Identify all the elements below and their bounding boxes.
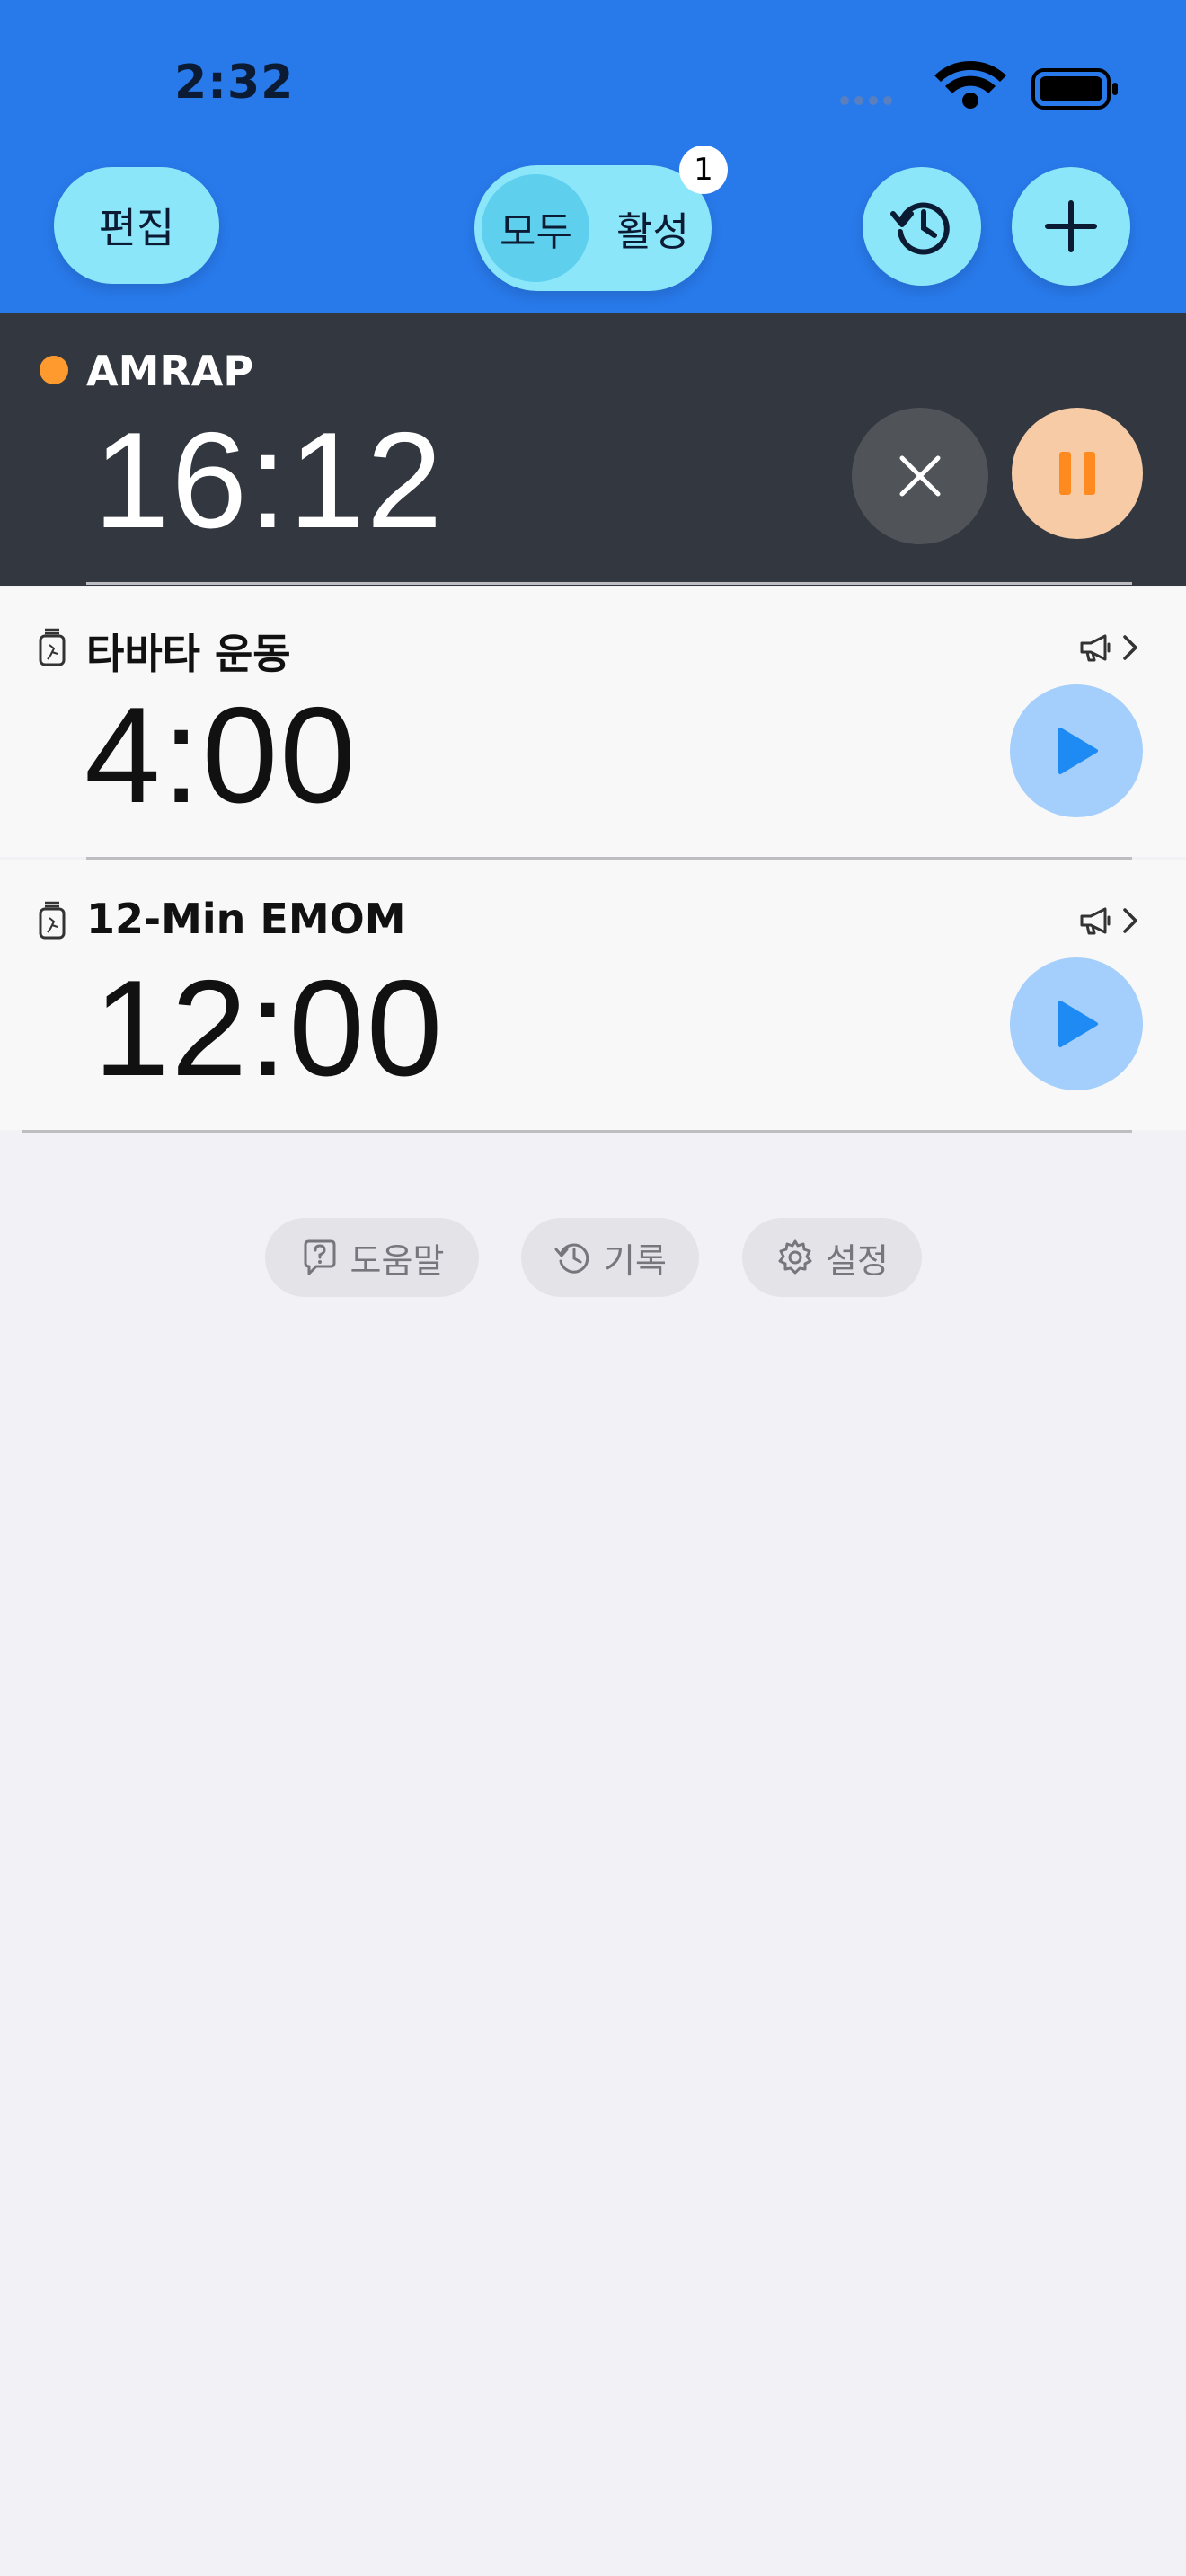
records-label: 기록: [604, 1240, 667, 1281]
signal-icon: [840, 96, 892, 105]
row-divider: [22, 1130, 1132, 1133]
pause-icon: [1059, 452, 1095, 495]
timer-name: 12-Min EMOM: [86, 895, 406, 943]
help-button[interactable]: 도움말: [265, 1218, 479, 1297]
filter-segmented-control: 모두 활성: [474, 165, 712, 291]
settings-button[interactable]: 설정: [742, 1218, 922, 1297]
timer-name: 타바타 운동: [86, 630, 291, 678]
help-label: 도움말: [350, 1240, 445, 1281]
timer-preset-icon: [39, 901, 66, 940]
battery-icon: [1031, 68, 1118, 110]
history-icon: [554, 1243, 589, 1274]
chevron-right-icon[interactable]: [1121, 634, 1139, 661]
help-icon: [304, 1239, 336, 1275]
close-icon: [899, 455, 941, 497]
pause-button[interactable]: [1012, 408, 1143, 539]
settings-label: 설정: [826, 1240, 889, 1281]
timer-value: 12:00: [93, 952, 445, 1105]
plus-icon: [1045, 200, 1097, 252]
segment-active[interactable]: 활성: [616, 199, 689, 257]
wifi-icon: [934, 61, 1006, 109]
play-button[interactable]: [1010, 957, 1143, 1090]
timer-value: 4:00: [84, 679, 358, 832]
megaphone-icon: [1080, 634, 1111, 662]
play-icon: [1058, 728, 1098, 774]
play-icon: [1058, 1001, 1098, 1047]
chevron-right-icon[interactable]: [1121, 907, 1139, 934]
timer-preset-icon: [39, 628, 66, 666]
timer-row[interactable]: 타바타 운동 4:00: [0, 587, 1186, 857]
timer-row[interactable]: 12-Min EMOM 12:00: [0, 860, 1186, 1130]
status-time: 2:32: [174, 56, 295, 110]
row-divider: [86, 582, 1132, 585]
add-timer-button[interactable]: [1012, 167, 1130, 286]
timer-value: 16:12: [93, 404, 445, 557]
records-button[interactable]: 기록: [521, 1218, 699, 1297]
history-icon: [890, 202, 950, 255]
cancel-button[interactable]: [852, 408, 988, 544]
header: 2:32 편집 모두 활성 1: [0, 0, 1186, 313]
timer-name: AMRAP: [86, 347, 254, 395]
gear-icon: [778, 1239, 812, 1275]
history-button[interactable]: [863, 167, 981, 286]
timer-row[interactable]: AMRAP 16:12: [0, 313, 1186, 586]
running-indicator-dot: [40, 356, 68, 384]
active-count-badge: 1: [679, 146, 728, 194]
edit-button[interactable]: 편집: [54, 167, 219, 284]
segment-all[interactable]: 모두: [500, 199, 572, 257]
play-button[interactable]: [1010, 684, 1143, 817]
row-divider: [86, 857, 1132, 860]
status-icons: [840, 61, 1118, 110]
megaphone-icon: [1080, 907, 1111, 935]
